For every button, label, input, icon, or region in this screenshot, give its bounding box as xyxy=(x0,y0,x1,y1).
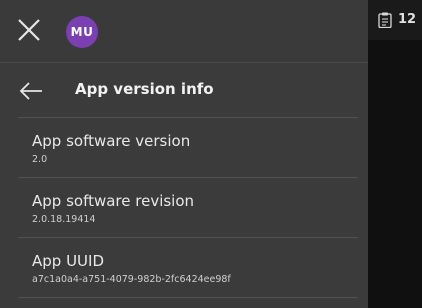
close-icon[interactable] xyxy=(16,17,42,43)
list-item-software-version: App software version 2.0 xyxy=(18,117,358,178)
row-value: 2.0.18.19414 xyxy=(32,214,96,225)
back-arrow-icon[interactable] xyxy=(18,79,44,103)
list-item-software-revision: App software revision 2.0.18.19414 xyxy=(18,177,358,238)
row-label: App software version xyxy=(32,132,191,150)
notification-count: 12 xyxy=(398,12,417,27)
row-value: 2.0 xyxy=(32,154,48,165)
page-title: App version info xyxy=(75,80,214,98)
row-divider xyxy=(18,297,358,308)
clipboard-icon[interactable] xyxy=(378,12,392,28)
avatar[interactable]: MU xyxy=(66,16,98,48)
row-label: App software revision xyxy=(32,192,195,210)
status-bar: 12 xyxy=(368,0,422,40)
list-item-uuid: App UUID a7c1a0a4-a751-4079-982b-2fc6424… xyxy=(18,237,358,298)
top-bar: MU xyxy=(0,0,368,62)
row-label: App UUID xyxy=(32,252,105,270)
background-area: 12 xyxy=(368,0,422,308)
row-value: a7c1a0a4-a751-4079-982b-2fc6424ee98f xyxy=(32,274,231,285)
settings-panel: MU App version info App software version… xyxy=(0,0,368,308)
page-header: App version info xyxy=(0,63,368,117)
